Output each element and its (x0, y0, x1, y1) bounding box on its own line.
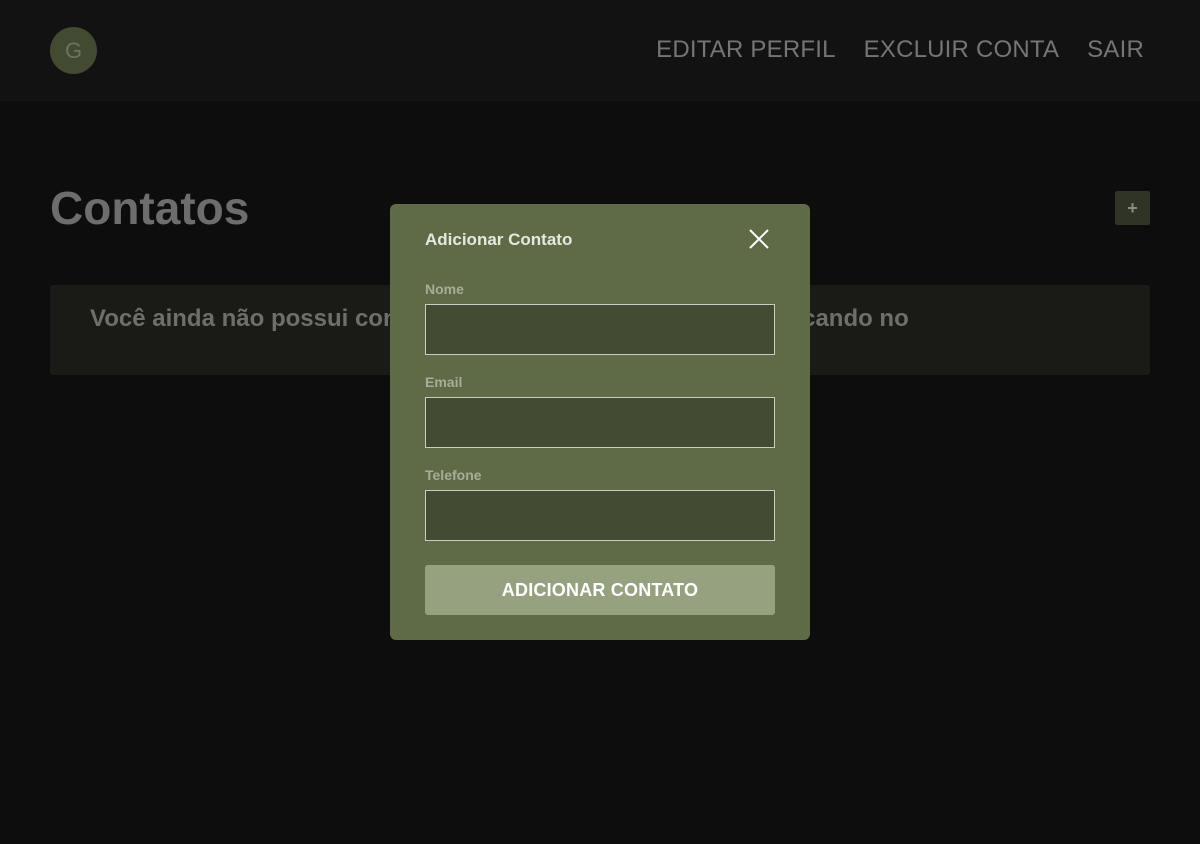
add-contact-modal: Adicionar Contato Nome Email Telefone AD… (390, 204, 810, 640)
modal-title: Adicionar Contato (425, 230, 573, 249)
nav-delete-account[interactable]: EXCLUIR CONTA (864, 35, 1060, 65)
nav-edit-profile[interactable]: EDITAR PERFIL (656, 35, 836, 65)
email-input[interactable] (425, 397, 775, 448)
top-nav: EDITAR PERFIL EXCLUIR CONTA SAIR (656, 35, 1144, 65)
nav-logout[interactable]: SAIR (1087, 35, 1144, 65)
app-header: G EDITAR PERFIL EXCLUIR CONTA SAIR (0, 0, 1200, 101)
phone-label: Telefone (425, 467, 482, 483)
phone-input[interactable] (425, 490, 775, 541)
submit-contact-button[interactable]: ADICIONAR CONTATO (425, 565, 775, 615)
email-label: Email (425, 374, 463, 390)
close-icon[interactable] (746, 226, 772, 252)
name-input[interactable] (425, 304, 775, 355)
avatar[interactable]: G (50, 27, 97, 74)
add-contact-button[interactable]: + (1115, 191, 1150, 225)
name-label: Nome (425, 281, 464, 297)
page-title: Contatos (50, 182, 250, 234)
plus-icon: + (1127, 198, 1138, 218)
